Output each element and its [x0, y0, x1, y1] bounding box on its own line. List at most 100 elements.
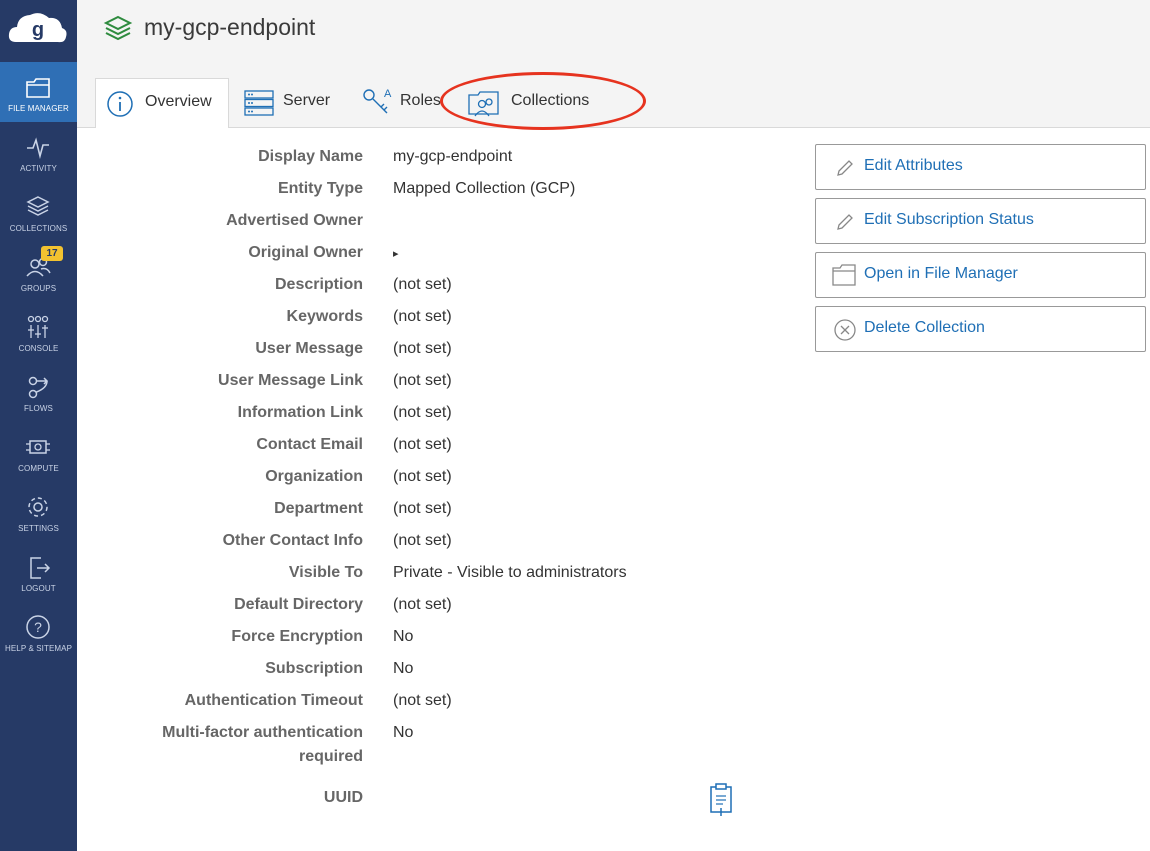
sidebar-item-groups[interactable]: GROUPS	[0, 242, 77, 302]
field-label: Description	[274, 276, 363, 293]
globus-logo[interactable]: g	[0, 0, 77, 62]
sidebar-item-label: CONSOLE	[18, 344, 59, 353]
folder-icon	[832, 264, 856, 286]
field-label: required	[298, 748, 363, 765]
groups-count-badge: 17	[41, 246, 63, 261]
edit-subscription-status-button[interactable]: Edit Subscription Status	[815, 198, 1146, 244]
collection-layers-icon	[103, 15, 133, 41]
field-value: (not set)	[393, 532, 452, 549]
field-label: Force Encryption	[231, 628, 363, 645]
field-value: (not set)	[393, 404, 452, 421]
collection-folder-icon	[468, 91, 499, 117]
field-value: (not set)	[393, 308, 452, 325]
flows-icon	[28, 376, 49, 399]
field-label: Contact Email	[256, 436, 363, 453]
field-value: (not set)	[393, 596, 452, 613]
field-label: Original Owner	[248, 244, 363, 261]
logout-icon	[30, 557, 51, 579]
gear-icon	[28, 497, 48, 517]
sidebar-item-settings[interactable]: SETTINGS	[0, 482, 77, 542]
open-in-file-manager-button[interactable]: Open in File Manager	[815, 252, 1146, 298]
expand-toggle[interactable]: ▸	[393, 247, 399, 260]
key-icon: A	[363, 88, 392, 114]
field-label: Advertised Owner	[226, 212, 363, 229]
sidebar-item-label: COLLECTIONS	[9, 224, 68, 233]
sidebar-item-collections[interactable]: COLLECTIONS	[0, 182, 77, 242]
sidebar-item-label: SETTINGS	[18, 524, 59, 533]
field-label: Authentication Timeout	[184, 692, 363, 709]
field-label: Entity Type	[277, 180, 363, 197]
sidebar-item-label: GROUPS	[20, 284, 57, 293]
field-value: No	[393, 724, 414, 741]
sidebar-item-label: ACTIVITY	[20, 164, 57, 173]
pencil-icon	[837, 214, 853, 230]
button-label: Delete Collection	[864, 319, 985, 336]
field-value: No	[393, 628, 414, 645]
sidebar-item-label: LOGOUT	[21, 584, 56, 593]
sidebar-item-compute[interactable]: COMPUTE	[0, 422, 77, 482]
tab-roles[interactable]: A Roles	[357, 78, 447, 128]
tab-collections[interactable]: Collections	[462, 78, 612, 128]
edit-attributes-button[interactable]: Edit Attributes	[815, 144, 1146, 190]
sidebar-item-file-manager[interactable]: FILE MANAGER	[0, 62, 77, 122]
svg-text:A: A	[384, 88, 392, 100]
sidebar-item-help[interactable]: ? HELP & SITEMAP	[0, 602, 77, 662]
field-value: (not set)	[393, 372, 452, 389]
field-label: UUID	[323, 789, 363, 806]
button-label: Edit Subscription Status	[864, 211, 1034, 228]
field-value: (not set)	[393, 500, 452, 517]
tab-label: Server	[283, 92, 331, 109]
field-label: Department	[274, 500, 363, 517]
field-label: Visible To	[288, 564, 363, 581]
sidebar-item-label: FILE MANAGER	[8, 104, 69, 113]
sidebar-item-console[interactable]: CONSOLE	[0, 302, 77, 362]
field-label: User Message	[255, 340, 363, 357]
page-title: my-gcp-endpoint	[144, 14, 316, 40]
pencil-icon	[837, 160, 853, 176]
circle-x-icon	[834, 319, 856, 341]
sidebar-item-logout[interactable]: LOGOUT	[0, 542, 77, 602]
tab-label: Collections	[511, 92, 590, 109]
svg-text:g: g	[32, 19, 44, 41]
field-value: Private - Visible to administrators	[393, 564, 627, 581]
collections-icon	[26, 196, 50, 216]
compute-icon	[26, 440, 50, 454]
sidebar-item-label: FLOWS	[24, 404, 53, 413]
button-label: Open in File Manager	[864, 265, 1018, 282]
field-value: (not set)	[393, 468, 452, 485]
sidebar-item-label: COMPUTE	[18, 464, 59, 473]
console-icon	[27, 315, 49, 338]
help-icon: ?	[26, 615, 50, 639]
tab-server[interactable]: Server	[237, 78, 347, 128]
tab-label: Roles	[400, 92, 441, 109]
sidebar-item-label: HELP & SITEMAP	[4, 644, 73, 653]
activity-icon	[27, 137, 49, 160]
sidebar: g FILE MANAGER ACTIVITY COLLECTIONS GROU…	[0, 0, 77, 851]
field-value: (not set)	[393, 436, 452, 453]
field-label: Display Name	[258, 148, 363, 165]
field-value: (not set)	[393, 276, 452, 293]
delete-collection-button[interactable]: Delete Collection	[815, 306, 1146, 352]
field-value: (not set)	[393, 340, 452, 357]
field-label: User Message Link	[218, 372, 363, 389]
field-label: Subscription	[265, 660, 363, 677]
field-label: Default Directory	[234, 596, 363, 613]
tab-overview[interactable]: Overview	[95, 78, 229, 128]
field-label: Multi-factor authentication	[162, 724, 363, 741]
svg-text:?: ?	[34, 619, 42, 635]
folder-icon	[26, 78, 50, 98]
field-value: (not set)	[393, 692, 452, 709]
sidebar-item-activity[interactable]: ACTIVITY	[0, 122, 77, 182]
info-icon	[107, 91, 133, 117]
button-label: Edit Attributes	[864, 157, 963, 174]
field-value: No	[393, 660, 414, 677]
clipboard-copy-icon[interactable]	[708, 782, 734, 818]
server-icon	[244, 90, 274, 116]
field-label: Keywords	[286, 308, 363, 325]
tab-label: Overview	[145, 93, 212, 110]
field-value: my-gcp-endpoint	[393, 148, 513, 165]
field-value: Mapped Collection (GCP)	[393, 180, 576, 197]
field-label: Information Link	[237, 404, 363, 421]
sidebar-item-flows[interactable]: FLOWS	[0, 362, 77, 422]
field-label: Organization	[265, 468, 363, 485]
